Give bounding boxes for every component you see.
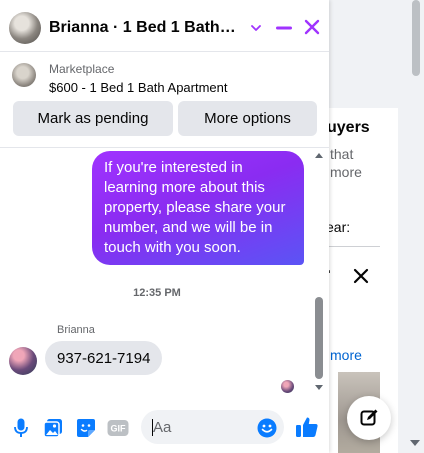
seen-indicator-avatar: [281, 380, 294, 393]
side-panel-text: ear:: [326, 219, 351, 235]
gif-label: GIF: [111, 424, 127, 434]
photo-icon[interactable]: [42, 417, 64, 439]
message-timestamp: 12:35 PM: [133, 287, 181, 299]
sender-name: Brianna: [57, 324, 95, 336]
outgoing-message[interactable]: If you're interested in learning more ab…: [92, 151, 304, 265]
minimize-icon: [276, 26, 292, 30]
scroll-up-arrow-icon[interactable]: [315, 153, 323, 158]
side-panel-text: more: [330, 164, 362, 180]
text-caret: [152, 419, 153, 436]
close-icon[interactable]: [301, 16, 323, 38]
divider: [320, 246, 380, 247]
incoming-message[interactable]: 937-621-7194: [45, 341, 163, 375]
sender-avatar[interactable]: [9, 347, 37, 375]
side-panel-text: that: [330, 146, 354, 162]
avatar[interactable]: [9, 12, 41, 44]
mark-as-pending-button[interactable]: Mark as pending: [13, 101, 173, 136]
chat-title[interactable]: Brianna · 1 Bed 1 Bath Apa...: [49, 19, 239, 37]
see-more-link[interactable]: more: [330, 347, 362, 363]
marketplace-listing-banner: Marketplace $600 - 1 Bed 1 Bath Apartmen…: [0, 52, 329, 148]
listing-title[interactable]: $600 - 1 Bed 1 Bath Apartment: [49, 80, 228, 95]
listing-source-label: Marketplace: [49, 62, 115, 76]
chevron-down-icon[interactable]: [249, 21, 263, 35]
listing-thumbnail[interactable]: [12, 63, 36, 87]
gif-icon[interactable]: GIF: [107, 417, 129, 439]
scroll-down-arrow-icon[interactable]: [315, 385, 323, 390]
page-scrollbar-thumb[interactable]: [412, 0, 420, 76]
compose-icon: [360, 409, 378, 426]
sticker-icon[interactable]: [75, 417, 97, 439]
message-list[interactable]: If you're interested in learning more ab…: [0, 149, 329, 397]
emoji-icon[interactable]: [257, 418, 277, 438]
message-composer: GIF: [0, 404, 329, 453]
minimize-button[interactable]: [274, 18, 294, 38]
message-scrollbar-thumb[interactable]: [315, 297, 323, 379]
chat-window: Brianna · 1 Bed 1 Bath Apa... Marketplac…: [0, 0, 329, 453]
chat-header[interactable]: Brianna · 1 Bed 1 Bath Apa...: [0, 0, 329, 52]
scroll-down-arrow-icon[interactable]: [410, 440, 420, 446]
mic-icon[interactable]: [10, 417, 32, 439]
close-icon[interactable]: [352, 267, 370, 285]
side-panel-heading: uyers: [327, 119, 370, 136]
new-message-button[interactable]: [347, 396, 391, 440]
more-options-button[interactable]: More options: [178, 101, 317, 136]
like-icon[interactable]: [295, 415, 319, 439]
